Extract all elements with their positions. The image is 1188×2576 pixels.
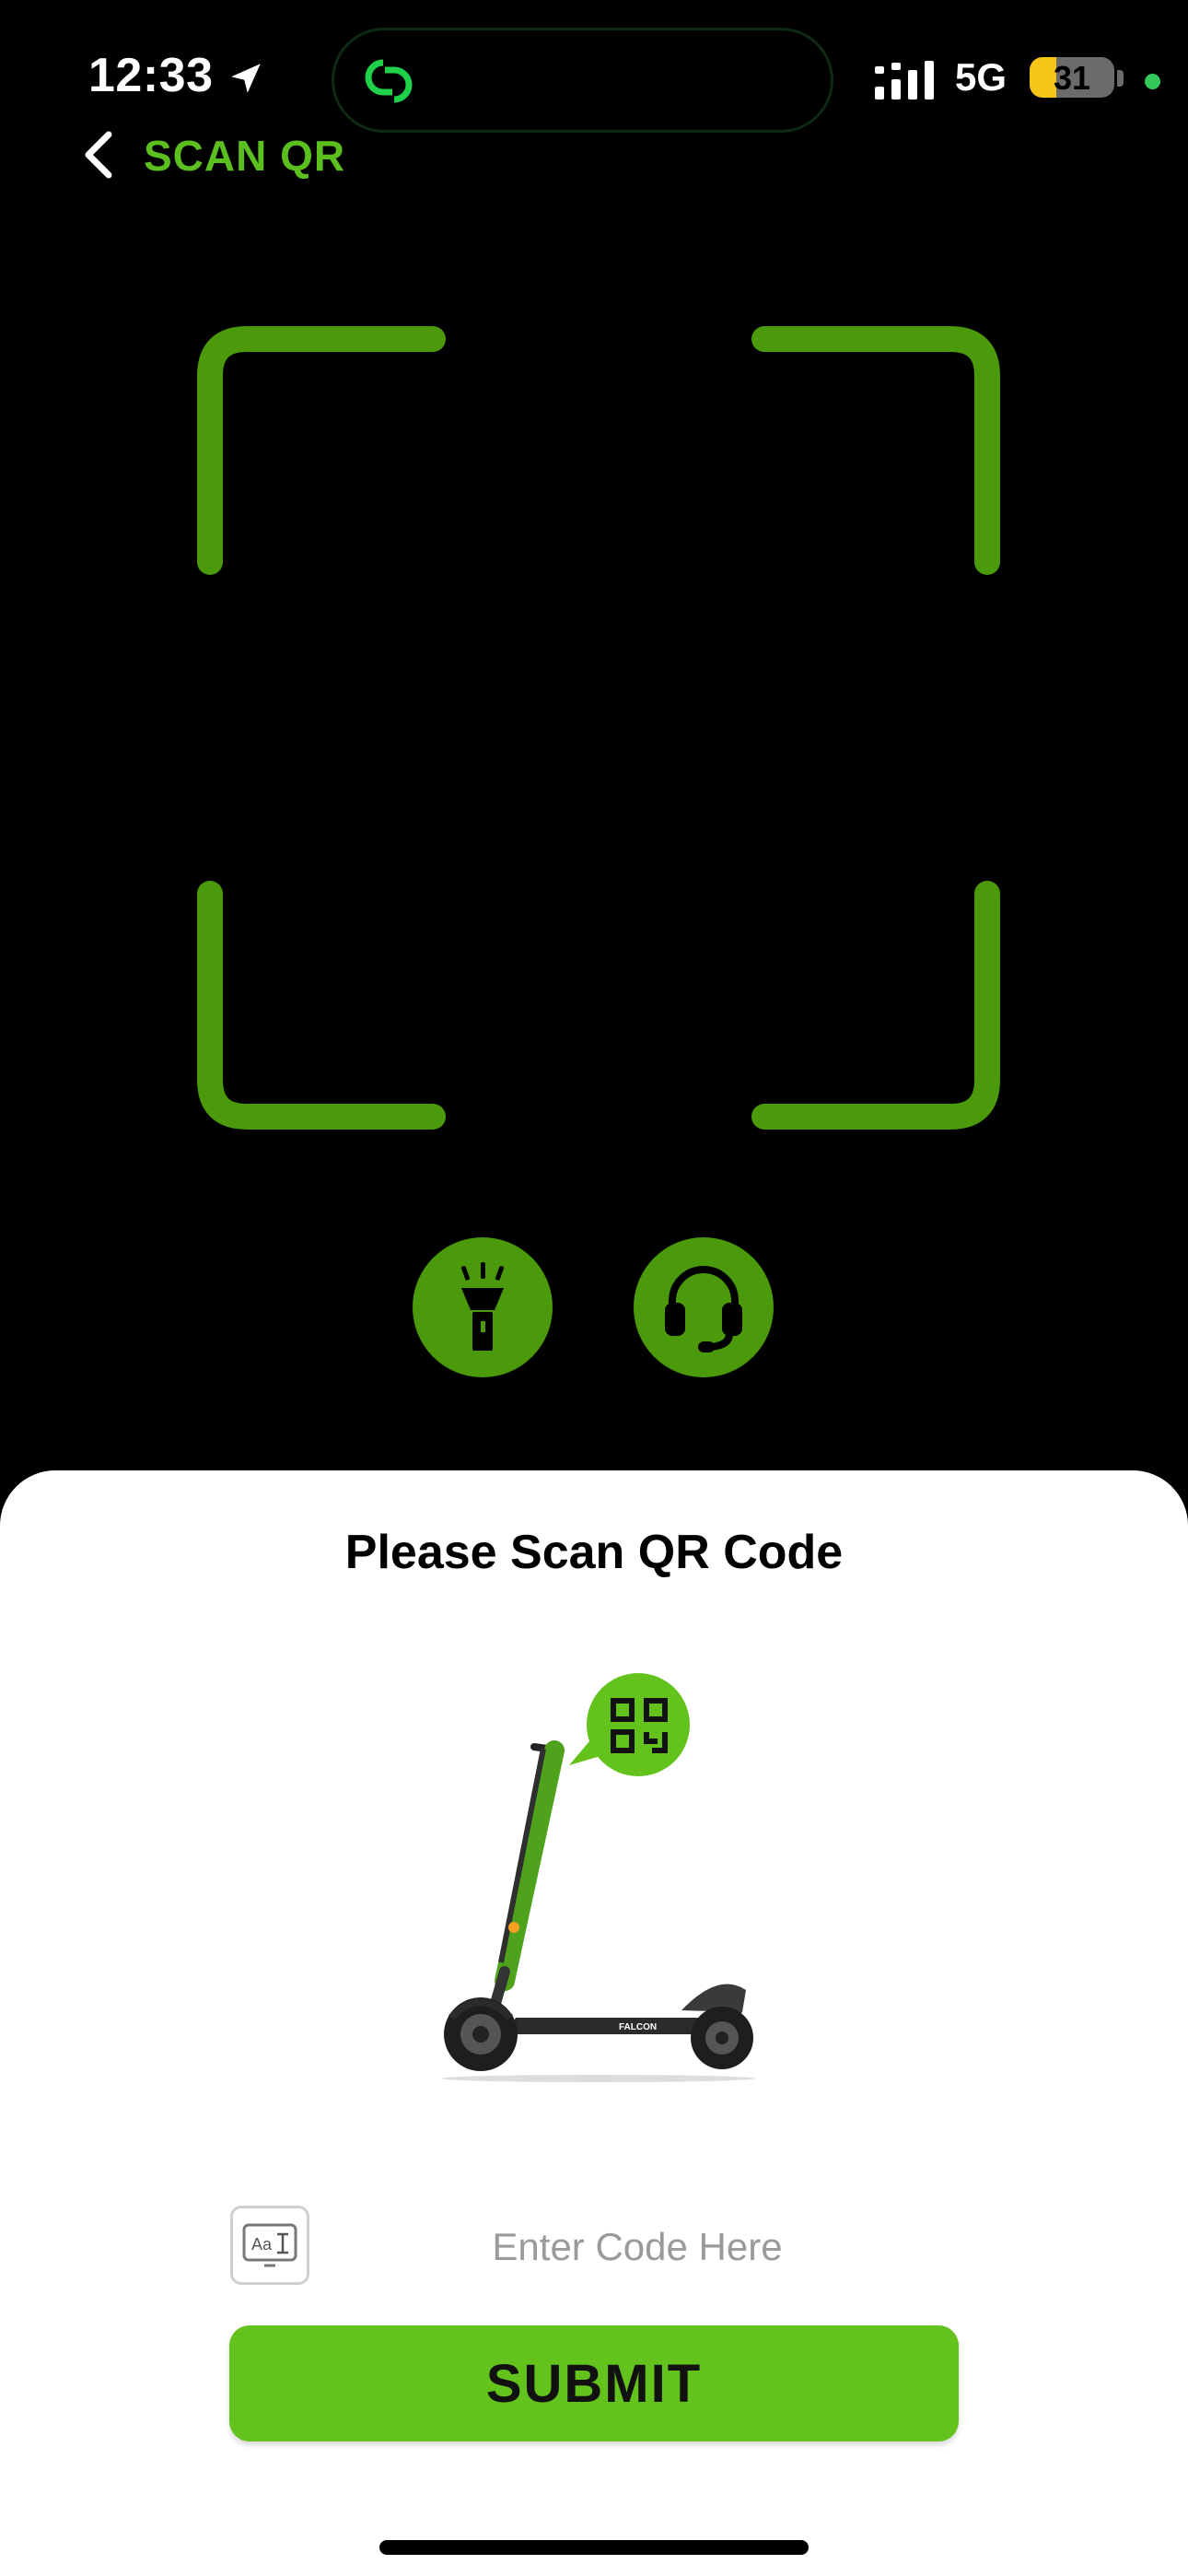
flashlight-icon	[460, 1262, 505, 1351]
headset-icon	[665, 1266, 742, 1352]
frame-corner-bottom-left	[197, 881, 446, 1130]
qr-code-icon	[569, 1673, 690, 1776]
support-button[interactable]	[634, 1237, 774, 1377]
scooter-illustration: FALCON	[442, 1673, 755, 2082]
battery-level: 31	[1053, 59, 1091, 97]
frame-corner-top-left	[197, 326, 446, 575]
frame-corner-top-right	[751, 326, 1000, 575]
frame-corner-bottom-right	[751, 881, 1000, 1130]
chevron-left-icon[interactable]	[79, 129, 120, 181]
scan-frame	[197, 326, 1000, 1130]
app-link-icon	[365, 59, 413, 103]
cellular-signal-icon	[875, 61, 934, 100]
status-time: 12:33	[88, 49, 214, 102]
battery-indicator: 31	[1030, 57, 1114, 98]
svg-text:Aa: Aa	[251, 2235, 273, 2254]
battery-cap	[1117, 70, 1124, 87]
keyboard-text-icon[interactable]: Aa	[230, 2206, 309, 2285]
camera-in-use-dot	[1145, 74, 1160, 89]
code-input[interactable]	[350, 2211, 925, 2283]
network-type: 5G	[955, 55, 1007, 99]
sheet-title: Please Scan QR Code	[344, 1526, 844, 1579]
page-title: SCAN QR	[144, 132, 346, 180]
scooter-brand-label: FALCON	[619, 2022, 657, 2032]
submit-button[interactable]: SUBMIT	[229, 2325, 959, 2441]
location-arrow-icon	[231, 64, 261, 93]
home-indicator	[379, 2540, 809, 2555]
flashlight-button[interactable]	[413, 1237, 553, 1377]
